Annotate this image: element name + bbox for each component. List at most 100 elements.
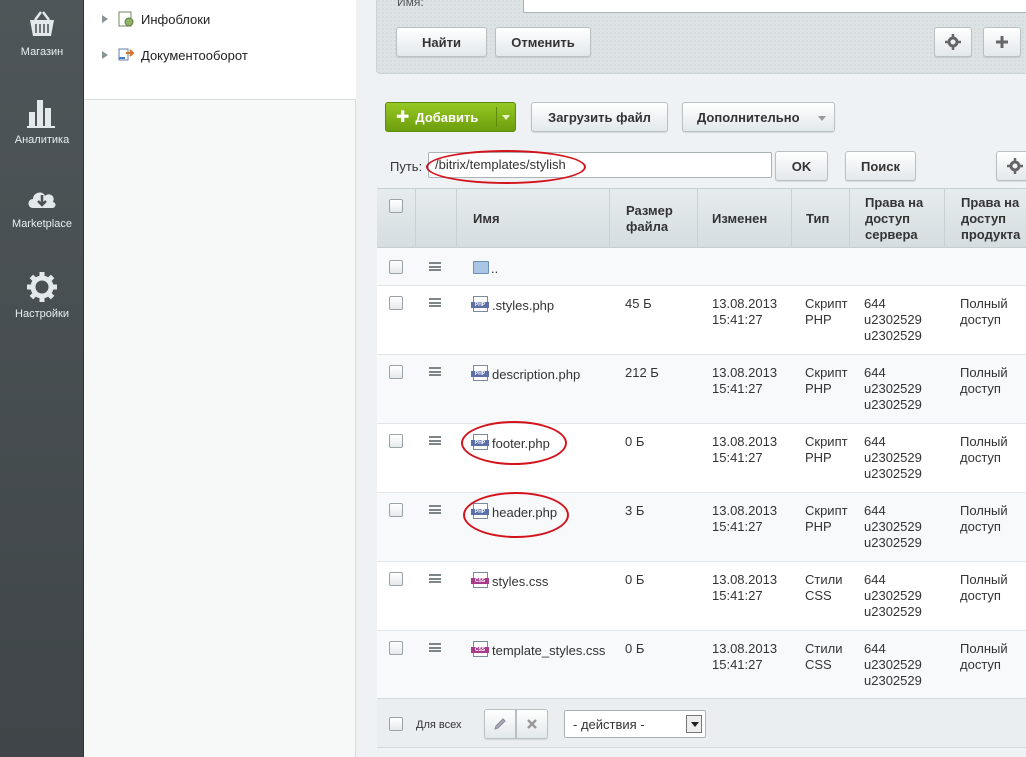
parent-folder-icon[interactable] [473,261,489,274]
header-product-rights[interactable]: Права на доступ продукта [945,189,1026,249]
tree-item-workflow[interactable]: Документооборот [102,45,248,65]
row-type: Стили [805,641,843,656]
row-checkbox[interactable] [389,365,403,379]
row-access: доступ [960,519,1001,534]
row-checkbox[interactable] [389,260,403,274]
css-file-icon[interactable]: CSS [471,641,489,657]
delete-selected-button[interactable] [516,709,548,739]
row-date: 13.08.2013 [712,434,778,449]
row-name[interactable]: footer.php [492,436,550,452]
search-button[interactable]: Поиск [845,151,916,181]
row-name[interactable]: styles.css [492,574,548,590]
filter-add-button[interactable] [983,27,1021,57]
header-actions-cell [416,189,457,249]
table-settings-button[interactable] [996,151,1026,181]
row-size: 0 Б [625,641,645,656]
php-file-icon[interactable]: PHP [471,503,489,519]
php-file-icon[interactable]: PHP [471,365,489,381]
file-icon-label: PHP [471,509,489,515]
row-menu-icon[interactable] [429,436,441,445]
row-time: 15:41:27 [712,519,763,534]
row-checkbox[interactable] [389,434,403,448]
row-date: 13.08.2013 [712,365,778,380]
row-access: Полный [960,296,1008,311]
filter-settings-button[interactable] [934,27,972,57]
header-type[interactable]: Тип [792,189,850,249]
select-all-checkbox[interactable] [389,199,403,213]
sidebar-item-shop[interactable]: Магазин [0,8,84,58]
sidebar-item-analytics[interactable]: Аналитика [0,96,84,146]
header-size[interactable]: Размер файла [610,189,698,249]
sidebar-item-settings[interactable]: Настройки [0,270,84,320]
row-type: CSS [805,588,832,603]
row-date: 13.08.2013 [712,503,778,518]
row-menu-icon[interactable] [429,298,441,307]
table-row[interactable]: PHP .styles.php 45 Б 13.08.2013 15:41:27 Скри… [377,286,1026,355]
cancel-button[interactable]: Отменить [495,27,591,57]
chevron-down-icon[interactable] [686,715,702,733]
path-ok-button[interactable]: OK [775,151,828,181]
path-input[interactable]: /bitrix/templates/stylish [428,152,772,178]
header-modified[interactable]: Изменен [698,189,792,249]
chevron-down-icon[interactable] [502,115,510,120]
row-name[interactable]: .. [491,261,498,277]
upload-file-button[interactable]: Загрузить файл [531,102,668,132]
row-checkbox[interactable] [389,572,403,586]
table-row-parent[interactable]: .. [377,248,1026,286]
row-menu-icon[interactable] [429,262,441,271]
edit-selected-button[interactable] [484,709,516,739]
expand-arrow-icon[interactable] [102,51,108,59]
row-group: u2302529 [864,535,922,550]
row-type: PHP [805,519,832,534]
header-checkbox-cell [377,189,416,249]
php-file-icon[interactable]: PHP [471,434,489,450]
row-name[interactable]: .styles.php [492,298,554,314]
table-row[interactable]: CSS template_styles.css 0 Б 13.08.2013 15:41… [377,631,1026,700]
row-name[interactable]: header.php [492,505,557,521]
add-button[interactable]: ✚ Добавить [385,102,516,132]
more-button[interactable]: Дополнительно [682,102,835,132]
row-time: 15:41:27 [712,657,763,672]
actions-select[interactable]: - действия - [564,710,706,738]
gear-icon [1007,158,1023,174]
row-time: 15:41:27 [712,588,763,603]
row-size: 3 Б [625,503,645,518]
file-icon-label: PHP [471,302,489,308]
filter-name-label: Имя: [397,0,424,9]
table-row[interactable]: PHP footer.php 0 Б 13.08.2013 15:41:27 Скрипт… [377,424,1026,493]
css-file-icon[interactable]: CSS [471,572,489,588]
row-owner: u2302529 [864,381,922,396]
row-checkbox[interactable] [389,503,403,517]
row-access: Полный [960,641,1008,656]
filter-name-input[interactable] [523,0,1026,13]
tree-item-label: Инфоблоки [141,11,211,27]
php-file-icon[interactable]: PHP [471,296,489,312]
row-checkbox[interactable] [389,641,403,655]
row-menu-icon[interactable] [429,574,441,583]
row-menu-icon[interactable] [429,367,441,376]
main-content: Имя: Найти Отменить ✚ Добавить Загрузить… [356,0,1026,757]
header-server-rights[interactable]: Права на доступ сервера [850,189,945,249]
row-menu-icon[interactable] [429,643,441,652]
row-perm: 644 [864,296,886,311]
for-all-checkbox[interactable] [389,717,403,731]
row-type: PHP [805,312,832,327]
row-name[interactable]: description.php [492,367,580,383]
row-access: доступ [960,312,1001,327]
table-row[interactable]: PHP description.php 212 Б 13.08.2013 15:41:2… [377,355,1026,424]
row-menu-icon[interactable] [429,505,441,514]
row-access: Полный [960,503,1008,518]
row-checkbox[interactable] [389,296,403,310]
table-row[interactable]: PHP header.php 3 Б 13.08.2013 15:41:27 Скрипт… [377,493,1026,562]
row-name[interactable]: template_styles.css [492,643,605,659]
find-button[interactable]: Найти [396,27,487,57]
row-type: Стили [805,572,843,587]
table-row[interactable]: CSS styles.css 0 Б 13.08.2013 15:41:27 Стили C… [377,562,1026,631]
tree-item-infoblocks[interactable]: Инфоблоки [102,9,210,29]
header-name[interactable]: Имя [457,189,610,249]
bar-chart-icon [27,100,55,128]
expand-arrow-icon[interactable] [102,15,108,23]
header-line: продукта [961,227,1021,242]
sidebar-item-marketplace[interactable]: Marketplace [0,184,84,230]
row-date: 13.08.2013 [712,572,778,587]
